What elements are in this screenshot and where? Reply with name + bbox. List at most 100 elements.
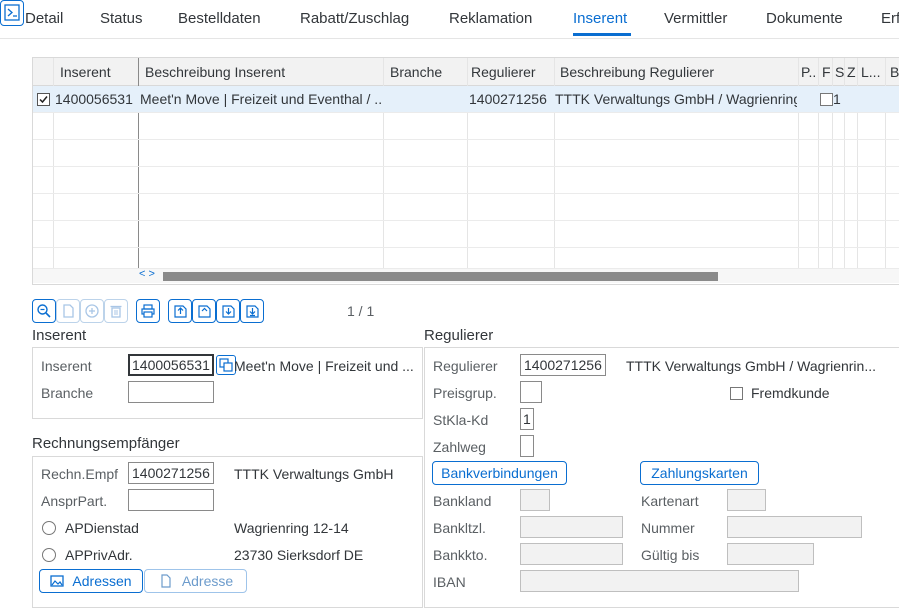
zahlweg-label: Zahlweg (433, 439, 486, 455)
bankverbindungen-button[interactable]: Bankverbindungen (432, 461, 567, 485)
cell-beschreibung-inserent[interactable]: Meet'n Move | Freizeit und Eventhal / ..… (140, 91, 382, 107)
active-tab-indicator (573, 33, 631, 36)
kartenart-input (727, 489, 766, 511)
bankkto-label: Bankkto. (433, 547, 488, 563)
previous-page-button[interactable] (192, 299, 216, 323)
tab-dokumente[interactable]: Dokumente (766, 10, 843, 27)
kartenart-label: Kartenart (641, 493, 699, 509)
checkmark-icon (39, 96, 48, 104)
print-button[interactable] (136, 299, 160, 323)
tab-bestelldaten[interactable]: Bestelldaten (178, 10, 261, 27)
ap-dienstad-radio[interactable] (42, 521, 56, 535)
table-row[interactable] (33, 194, 899, 221)
col-header-regulierer[interactable]: Regulierer (471, 64, 536, 80)
insert-row-button[interactable] (80, 299, 104, 323)
last-page-button[interactable] (240, 299, 264, 323)
stkla-kd-input[interactable]: 1 (520, 408, 534, 430)
tab-erf[interactable]: Erf (881, 10, 899, 27)
branche-input[interactable] (128, 381, 214, 403)
delete-row-button[interactable] (104, 299, 128, 323)
regulierer-description: TTTK Verwaltungs GmbH / Wagrienrin... (626, 358, 876, 374)
image-icon (50, 575, 64, 587)
tab-bar: Detail Status Bestelldaten Rabatt/Zuschl… (0, 0, 899, 39)
cell-beschreibung-regulierer[interactable]: TTTK Verwaltungs GmbH / Wagrienring... (555, 91, 797, 107)
inserent-panel: Inserent 1400056531 Meet'n Move | Freize… (32, 347, 423, 419)
table-row[interactable] (33, 113, 899, 140)
col-header-inserent[interactable]: Inserent (60, 64, 111, 80)
col-header-beschreibung-regulierer[interactable]: Beschreibung Regulierer (560, 64, 714, 80)
table-row[interactable] (33, 248, 899, 269)
tab-status[interactable]: Status (100, 10, 143, 27)
value-help-button[interactable] (216, 355, 236, 375)
bankland-input (520, 489, 550, 511)
cell-f-checkbox[interactable] (820, 93, 833, 106)
anspr-part-input[interactable] (128, 489, 214, 511)
document-icon (63, 304, 74, 318)
page-first-icon (174, 305, 187, 318)
rechn-empf-label: Rechn.Empf (41, 466, 119, 482)
rechnungsempfaenger-section-title: Rechnungsempfänger (32, 435, 180, 452)
table-row[interactable] (33, 167, 899, 194)
table-row[interactable]: 1400056531 Meet'n Move | Freizeit und Ev… (33, 86, 899, 113)
cell-s[interactable]: 1 (833, 91, 841, 107)
page-up-icon (198, 305, 211, 318)
table-row[interactable] (33, 140, 899, 167)
inserent-label: Inserent (41, 358, 92, 374)
inserent-input[interactable]: 1400056531 (128, 354, 214, 376)
nummer-input (727, 516, 862, 538)
col-header-beschreibung-inserent[interactable]: Beschreibung Inserent (145, 64, 285, 80)
adresse-button[interactable]: Adresse (144, 569, 247, 593)
zoom-icon (37, 304, 51, 318)
address-city: 23730 Sierksdorf DE (234, 547, 364, 563)
col-header-z[interactable]: Z (847, 64, 856, 80)
document-icon (161, 574, 171, 588)
table-row[interactable] (33, 221, 899, 248)
next-page-button[interactable] (216, 299, 240, 323)
cell-regulierer[interactable]: 1400271256 (469, 91, 553, 107)
scroll-arrows[interactable]: < > (139, 268, 155, 280)
stkla-kd-label: StKla-Kd (433, 412, 489, 428)
tab-vermittler[interactable]: Vermittler (664, 10, 727, 27)
adressen-button[interactable]: Adressen (39, 569, 143, 593)
adressen-button-label: Adressen (72, 573, 132, 589)
fremdkunde-checkbox[interactable] (730, 387, 743, 400)
col-header-p[interactable]: P.. (801, 64, 816, 80)
tab-detail[interactable]: Detail (25, 10, 63, 27)
regulierer-section-title: Regulierer (424, 327, 494, 344)
ap-privadr-radio[interactable] (42, 548, 56, 562)
horizontal-scrollbar[interactable]: < > (33, 268, 899, 283)
tab-inserent[interactable]: Inserent (573, 10, 627, 27)
zahlweg-input[interactable] (520, 435, 534, 457)
preisgrup-label: Preisgrup. (433, 385, 497, 401)
regulierer-panel: Regulierer 1400271256 TTTK Verwaltungs G… (424, 347, 899, 608)
first-page-button[interactable] (168, 299, 192, 323)
col-header-s[interactable]: S (835, 64, 844, 80)
scrollbar-thumb[interactable] (163, 272, 718, 281)
ap-privadr-label: APPrivAdr. (65, 547, 133, 563)
nummer-label: Nummer (641, 520, 695, 536)
details-button[interactable] (32, 299, 56, 323)
col-header-f[interactable]: F (822, 64, 831, 80)
address-street: Wagrienring 12-14 (234, 520, 349, 536)
bankland-label: Bankland (433, 493, 492, 509)
preisgrup-input[interactable] (520, 381, 542, 403)
regulierer-input[interactable]: 1400271256 (520, 354, 606, 376)
anspr-part-label: AnsprPart. (41, 493, 108, 509)
tab-rabatt-zuschlag[interactable]: Rabatt/Zuschlag (300, 10, 409, 27)
row-checkbox[interactable] (37, 93, 50, 106)
tab-reklamation[interactable]: Reklamation (449, 10, 532, 27)
col-header-l[interactable]: L... (861, 64, 880, 80)
copy-row-button[interactable] (56, 299, 80, 323)
ap-dienstad-label: APDienstad (65, 520, 139, 536)
rechn-empf-input[interactable]: 1400271256 (128, 462, 214, 484)
col-header-branche[interactable]: Branche (390, 64, 442, 80)
cell-inserent[interactable]: 1400056531 (55, 91, 137, 107)
bankltzl-label: Bankltzl. (433, 520, 486, 536)
inserent-description: Meet'n Move | Freizeit und ... (234, 358, 414, 374)
rechn-empf-description: TTTK Verwaltungs GmbH (234, 466, 394, 482)
navigation-button[interactable] (0, 0, 24, 26)
zahlungskarten-button[interactable]: Zahlungskarten (640, 461, 759, 485)
value-help-icon (219, 358, 233, 372)
col-header-b[interactable]: B (890, 64, 899, 80)
expand-icon (4, 4, 20, 21)
